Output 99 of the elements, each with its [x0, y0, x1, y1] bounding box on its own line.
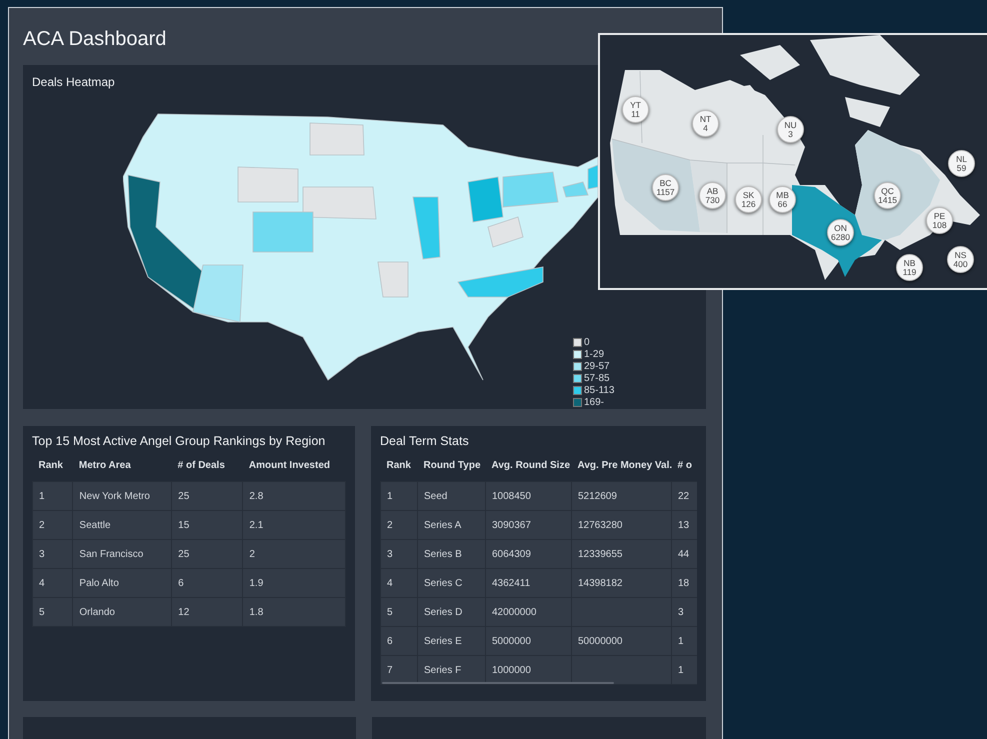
legend-label: 29-57 [584, 361, 610, 372]
province-value: 108 [932, 220, 947, 230]
province-value: 730 [705, 196, 720, 204]
province-value: 66 [778, 200, 788, 208]
table-cell: 18 [678, 578, 690, 588]
scrollbar[interactable] [382, 682, 614, 684]
legend-label: 169- [584, 397, 604, 408]
table-cell: 3090367 [492, 520, 531, 530]
table-cell: 4 [387, 578, 393, 588]
province-code: QC [881, 186, 894, 196]
table-cell: 2 [39, 520, 45, 530]
province-value: 1157 [656, 188, 675, 196]
table-cell: 3 [39, 548, 45, 560]
table-cell: 1 [39, 490, 45, 502]
legend-label: 0 [584, 337, 590, 348]
column-header: Rank [386, 460, 411, 471]
province-code: NU [784, 120, 797, 130]
table-cell: 3 [387, 548, 393, 560]
table-cell: 3 [678, 606, 684, 618]
table-cell: 6064309 [492, 548, 531, 560]
table-cell: Series A [424, 520, 462, 530]
province-code: PE [934, 212, 946, 220]
card-title: Top 15 Most Active Angel Group Rankings by Region [32, 434, 326, 448]
table-cell: 25 [178, 548, 190, 560]
table-cell: Series E [424, 636, 462, 646]
legend-label: 85-113 [584, 385, 614, 396]
column-header: # of Deals [178, 460, 225, 471]
province-code: NT [700, 114, 712, 124]
legend-label: 57-85 [584, 373, 610, 384]
card-title: Deals Heatmap [32, 75, 115, 89]
table-cell: 1000000 [492, 664, 531, 676]
table-cell: 2.1 [249, 520, 264, 530]
province-value: 119 [902, 268, 916, 276]
table-cell: 5 [39, 606, 45, 618]
column-header: Amount Invested [248, 460, 330, 471]
table-cell: Series F [424, 664, 462, 676]
table-cell: 1.8 [249, 606, 264, 618]
table-cell: San Francisco [79, 548, 144, 560]
table-cell: 7 [387, 664, 393, 676]
table-cell: 50000000 [578, 636, 622, 646]
province-value: 11 [631, 110, 640, 118]
province-code: NL [956, 154, 967, 164]
table-cell: 2 [387, 520, 393, 530]
province-value: 6280 [831, 232, 850, 242]
province-value: 4 [703, 124, 708, 132]
province-code: MB [776, 190, 789, 200]
column-header: # o [678, 460, 692, 471]
legend-label: 1-29 [584, 349, 604, 360]
province-code: AB [706, 186, 718, 196]
table-cell: 14398182 [578, 578, 622, 588]
province-code: BC [660, 178, 672, 188]
province-value: 126 [741, 200, 756, 208]
table-cell: 5000000 [492, 636, 531, 646]
table-cell: New York Metro [79, 490, 150, 502]
province-code: SK [742, 190, 754, 200]
table-cell: 22 [678, 490, 690, 502]
table-cell: 42000000 [492, 606, 536, 618]
column-header: Avg. Round Size [492, 460, 570, 471]
table-cell: 2.8 [249, 490, 264, 502]
table-cell: 1 [678, 664, 684, 676]
table-cell: Series B [424, 548, 462, 560]
table-cell: Seed [424, 490, 448, 502]
column-header: Metro Area [78, 460, 131, 471]
dashboard-title: ACA Dashboard [23, 28, 166, 51]
province-code: YT [630, 100, 641, 110]
card-title: Deal Term Stats [380, 434, 469, 448]
table-cell: 1 [387, 490, 393, 502]
table-cell: 4362411 [492, 578, 530, 588]
table-cell: 6 [178, 578, 184, 588]
province-code: ON [834, 224, 847, 232]
table-cell: Series D [424, 606, 462, 618]
column-header: Round Type [424, 460, 481, 471]
table-cell: 2 [249, 548, 255, 560]
table-cell: 12 [178, 606, 190, 618]
table-cell: Seattle [79, 520, 111, 530]
table-cell: 5212609 [578, 490, 617, 502]
province-value: 1415 [878, 196, 897, 204]
table-cell: Palo Alto [79, 578, 119, 588]
province-code: NB [904, 258, 916, 268]
table-cell: 5 [387, 606, 393, 618]
province-value: 59 [956, 164, 966, 172]
column-header: Avg. Pre Money Val. [578, 460, 672, 471]
province-value: 3 [788, 130, 793, 138]
table-cell: 25 [178, 490, 190, 502]
table-cell: 44 [678, 548, 690, 560]
column-header: Rank [38, 460, 63, 471]
table-cell: 1 [678, 636, 684, 646]
table-cell: 6 [387, 636, 393, 646]
table-cell: Orlando [79, 606, 115, 618]
table-cell: 12763280 [578, 520, 622, 530]
table-cell: 4 [39, 578, 45, 588]
table-cell: Series C [424, 578, 462, 588]
table-cell: 13 [678, 520, 690, 530]
table-cell: 1008450 [492, 490, 531, 502]
province-code: NS [954, 250, 966, 260]
province-value: 400 [953, 260, 968, 268]
table-cell: 12339655 [578, 548, 622, 560]
table-cell: 15 [178, 520, 190, 530]
table-cell: 1.9 [249, 578, 264, 588]
